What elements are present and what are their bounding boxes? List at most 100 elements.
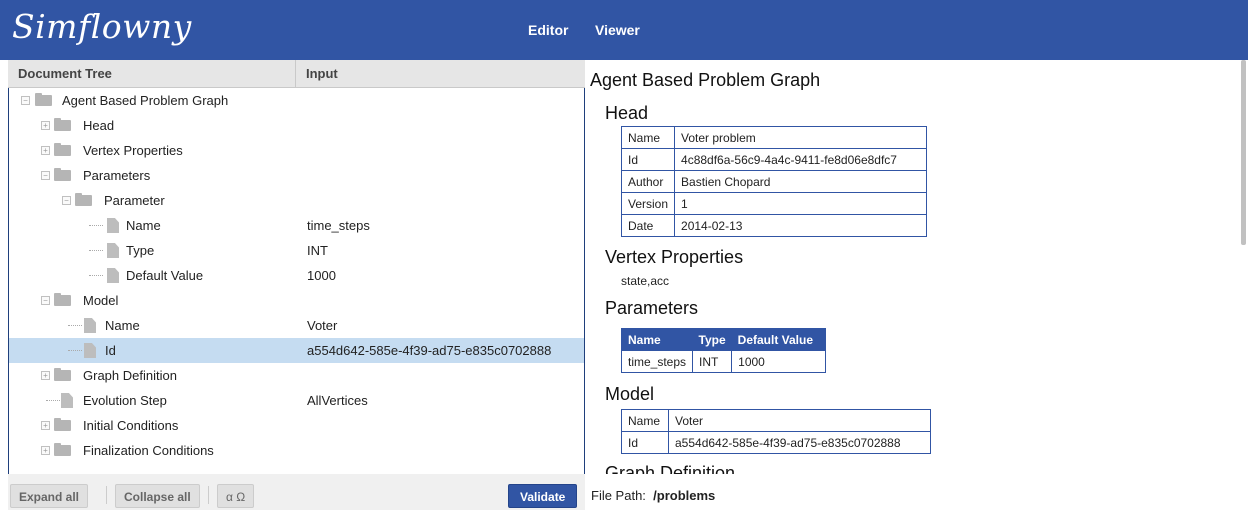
document-tree: − Agent Based Problem Graph + Head + Ver… — [8, 88, 585, 510]
expand-all-button[interactable]: Expand all — [10, 484, 89, 508]
special-symbols-button[interactable]: α Ω — [217, 484, 255, 508]
table-cell: Name — [621, 409, 669, 432]
nav-editor[interactable]: Editor — [528, 22, 568, 38]
section-head-title: Head — [605, 103, 649, 123]
tree-node-head[interactable]: + Head — [9, 113, 584, 138]
tree-node-parameter[interactable]: − Parameter — [9, 188, 584, 213]
nav-viewer[interactable]: Viewer — [595, 22, 640, 38]
tree-node-evolution-step[interactable]: Evolution Step AllVertices — [9, 388, 584, 413]
folder-open-icon — [54, 168, 71, 181]
collapse-all-button[interactable]: Collapse all — [115, 484, 200, 508]
tree-node-value[interactable]: AllVertices — [307, 393, 368, 408]
expand-icon[interactable]: + — [41, 146, 50, 155]
expand-icon[interactable]: + — [41, 421, 50, 430]
table-row: Id 4c88df6a-56c9-4a4c-9411-fe8d06e8dfc7 — [620, 148, 927, 171]
table-cell: a554d642-585e-4f39-ad75-e835c0702888 — [668, 431, 931, 454]
tree-node-parameter-default-value[interactable]: Default Value 1000 — [9, 263, 584, 288]
table-cell: 1 — [674, 192, 927, 215]
tree-node-model-id[interactable]: Id a554d642-585e-4f39-ad75-e835c0702888 — [9, 338, 584, 363]
folder-icon — [54, 418, 71, 431]
viewer-scrollbar[interactable] — [1241, 60, 1246, 245]
input-header: Input — [296, 60, 585, 88]
tree-node-label: Vertex Properties — [83, 143, 183, 158]
tree-node-label: Name — [105, 318, 140, 333]
tree-node-value[interactable]: Voter — [307, 318, 337, 333]
column-header: Default Value — [731, 328, 826, 351]
file-icon — [84, 343, 96, 358]
tree-node-label: Model — [83, 293, 119, 308]
file-path-label: File Path: — [591, 488, 646, 503]
table-row: time_steps INT 1000 — [620, 350, 827, 373]
toolbar-separator — [106, 486, 107, 504]
tree-node-initial-conditions[interactable]: + Initial Conditions — [9, 413, 584, 438]
document-title: Agent Based Problem Graph — [590, 70, 821, 90]
table-cell: Author — [620, 170, 676, 193]
tree-connector — [68, 350, 82, 351]
table-header-row: Name Type Default Value — [621, 328, 826, 351]
tree-node-parameters[interactable]: − Parameters — [9, 163, 584, 188]
section-parameters-title: Parameters — [605, 298, 699, 318]
tree-node-vertex-properties[interactable]: + Vertex Properties — [9, 138, 584, 163]
viewer-panel: Agent Based Problem Graph Head Name Voter… — [585, 60, 1248, 510]
expand-icon[interactable]: + — [41, 446, 50, 455]
folder-icon — [54, 443, 71, 456]
expand-icon[interactable]: + — [41, 121, 50, 130]
tree-connector — [46, 400, 60, 401]
column-header: Name — [621, 328, 693, 351]
tree-node-value[interactable]: a554d642-585e-4f39-ad75-e835c0702888 — [307, 343, 551, 358]
tree-node-model[interactable]: − Model — [9, 288, 584, 313]
tree-connector — [68, 325, 82, 326]
tree-node-parameter-type[interactable]: Type INT — [9, 238, 584, 263]
section-vertex-properties-title: Vertex Properties — [605, 247, 744, 267]
table-cell: Date — [620, 214, 676, 237]
table-cell: INT — [692, 350, 733, 373]
file-path-value: /problems — [653, 488, 716, 503]
head-table: Name Voter problem Id 4c88df6a-56c9-4a4c-9… — [620, 126, 927, 237]
model-table: Name Voter Id a554d642-585e-4f39-ad75-e835… — [621, 409, 931, 454]
tree-node-graph-definition[interactable]: + Graph Definition — [9, 363, 584, 388]
tree-connector — [89, 275, 103, 276]
file-icon — [107, 218, 119, 233]
collapse-icon[interactable]: − — [41, 296, 50, 305]
folder-icon — [54, 368, 71, 381]
collapse-icon[interactable]: − — [62, 196, 71, 205]
tree-connector — [89, 225, 103, 226]
table-cell: Name — [620, 126, 676, 149]
table-cell: Id — [621, 431, 669, 454]
tree-node-model-name[interactable]: Name Voter — [9, 313, 584, 338]
file-icon — [61, 393, 73, 408]
vertex-properties-value: state,acc — [621, 274, 670, 288]
collapse-icon[interactable]: − — [41, 171, 50, 180]
folder-open-icon — [75, 193, 92, 206]
folder-open-icon — [35, 93, 52, 106]
tree-node-label: Id — [105, 343, 116, 358]
tree-node-finalization-conditions[interactable]: + Finalization Conditions — [9, 438, 584, 463]
table-cell: time_steps — [620, 350, 694, 373]
table-row: Id a554d642-585e-4f39-ad75-e835c0702888 — [621, 431, 931, 454]
file-icon — [107, 268, 119, 283]
expand-icon[interactable]: + — [41, 371, 50, 380]
file-path-bar: File Path: /problems — [585, 474, 1248, 510]
folder-icon — [54, 143, 71, 156]
table-cell: Id — [620, 148, 676, 171]
tree-node-parameter-name[interactable]: Name time_steps — [9, 213, 584, 238]
tree-node-value[interactable]: time_steps — [307, 218, 370, 233]
tree-node-agent-based-problem-graph[interactable]: − Agent Based Problem Graph — [9, 88, 584, 113]
table-cell: Voter problem — [674, 126, 927, 149]
tree-connector — [89, 250, 103, 251]
editor-toolbar: Expand all Collapse all α Ω Validate — [8, 474, 585, 510]
tree-node-label: Default Value — [126, 268, 204, 283]
collapse-icon[interactable]: − — [21, 96, 30, 105]
table-row: Name Voter problem — [620, 126, 927, 149]
toolbar-separator — [208, 486, 209, 504]
tree-node-value[interactable]: 1000 — [307, 268, 336, 283]
tree-node-value[interactable]: INT — [307, 243, 328, 258]
validate-button[interactable]: Validate — [508, 484, 578, 508]
top-bar: Simflowny Editor Viewer — [0, 0, 1248, 60]
tree-node-label: Parameter — [104, 193, 165, 208]
table-row: Version 1 — [620, 192, 927, 215]
tree-node-label: Graph Definition — [83, 368, 177, 383]
tree-node-label: Name — [126, 218, 161, 233]
table-cell: 2014-02-13 — [674, 214, 927, 237]
table-cell: Version — [620, 192, 676, 215]
